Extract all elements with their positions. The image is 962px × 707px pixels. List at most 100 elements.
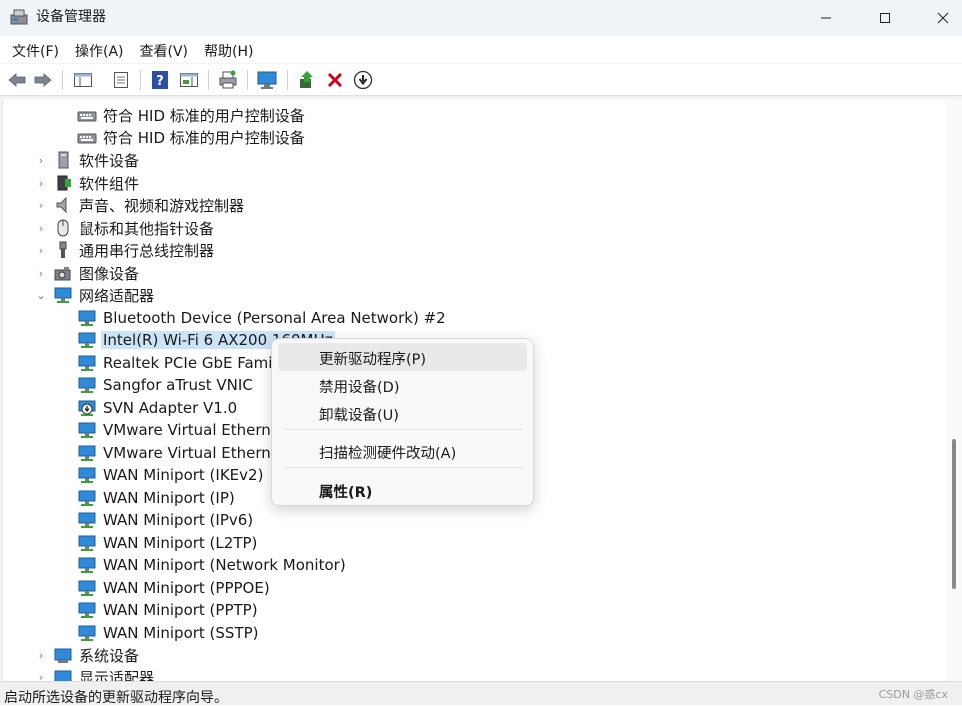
status-bar: 启动所选设备的更新驱动程序向导。 CSDN @惑cx [0,681,962,706]
tree-item-label: WAN Miniport (PPTP) [103,601,258,619]
toolbar-separator [287,70,288,90]
system-device-icon [53,646,73,664]
tree-item-hid-user-control-device[interactable]: 符合 HID 标准的用户控制设备 [77,126,305,148]
chevron-right-icon[interactable]: › [35,199,47,212]
tree-category-imaging-devices[interactable]: 图像设备 [53,262,139,284]
menu-item-uninstall-device[interactable]: 卸载设备(U) [278,399,527,427]
network-adapter-icon [53,286,73,304]
tree-item-network-adapter[interactable]: Bluetooth Device (Personal Area Network)… [77,307,446,329]
chevron-right-icon[interactable]: › [35,267,47,280]
chevron-right-icon[interactable]: › [35,177,47,190]
tree-item-label: 符合 HID 标准的用户控制设备 [103,128,305,147]
tree-item-network-adapter[interactable]: WAN Miniport (IPv6) [77,509,253,531]
tree-item-label: WAN Miniport (L2TP) [103,534,258,552]
update-driver-button[interactable] [296,69,318,91]
tree-item-network-adapter[interactable]: WAN Miniport (IKEv2) [77,464,263,486]
menu-item-properties[interactable]: 属性(R) [278,476,527,504]
network-adapter-icon [77,534,97,552]
menu-separator [284,467,523,468]
tree-item-network-adapter[interactable]: Sangfor aTrust VNIC [77,374,253,396]
menu-item-update-driver[interactable]: 更新驱动程序(P) [278,343,527,371]
tree-item-network-adapter[interactable]: SVN Adapter V1.0 [77,397,237,419]
scrollbar-thumb[interactable] [952,439,956,589]
chevron-right-icon[interactable]: › [35,244,47,257]
menu-action[interactable]: 操作(A) [67,36,132,63]
menu-separator [284,429,523,430]
tree-category-mice-pointing-devices[interactable]: 鼠标和其他指针设备 [53,217,214,239]
tree-item-network-adapter[interactable]: WAN Miniport (PPPOE) [77,577,270,599]
close-button[interactable] [920,0,962,35]
network-adapter-icon [77,444,97,462]
speaker-icon [53,196,73,214]
menu-view[interactable]: 查看(V) [132,36,197,63]
update-driver-icon [300,71,313,88]
tree-item-label: 图像设备 [79,264,140,283]
tree-category-system-devices[interactable]: 系统设备 [53,644,139,666]
menu-item-scan-hardware-changes[interactable]: 扫描检测硬件改动(A) [278,437,527,465]
maximize-button[interactable] [862,0,908,35]
tree-item-hid-user-control-device[interactable]: 符合 HID 标准的用户控制设备 [77,104,305,126]
chevron-down-icon[interactable]: ⌄ [35,289,47,302]
toolbar: ? [0,64,962,96]
network-adapter-icon [77,489,97,507]
title-bar[interactable]: 设备管理器 [0,0,962,35]
menu-bar: 文件(F) 操作(A) 查看(V) 帮助(H) [0,36,962,63]
properties-button[interactable] [110,69,132,91]
tree-category-network-adapters[interactable]: 网络适配器 [53,284,154,306]
back-arrow-icon [8,73,26,87]
network-adapter-icon [77,376,97,394]
tree-item-network-adapter[interactable]: WAN Miniport (SSTP) [77,622,259,644]
tree-category-software-components[interactable]: 软件组件 [53,172,139,194]
network-adapter-icon [77,421,97,439]
network-adapter-icon [77,354,97,372]
scan-hardware-button[interactable] [256,69,278,91]
action-pane-icon [180,73,198,87]
chevron-right-icon[interactable]: › [35,154,47,167]
tree-category-software-devices[interactable]: 软件设备 [53,149,139,171]
disable-device-button[interactable] [352,69,374,91]
chevron-right-icon[interactable]: › [35,671,47,682]
network-adapter-icon [77,331,97,349]
close-icon [937,12,949,23]
toolbar-separator [140,70,141,90]
print-button[interactable] [217,69,239,91]
forward-button[interactable] [32,69,54,91]
network-adapter-warning-icon [77,399,97,417]
menu-item-disable-device[interactable]: 禁用设备(D) [278,371,527,399]
minimize-button[interactable] [803,0,849,35]
tree-item-label: SVN Adapter V1.0 [103,399,238,417]
tree-item-label: 显示适配器 [79,668,155,682]
show-hide-console-tree-icon [74,73,92,87]
maximize-icon [880,12,890,23]
menu-help[interactable]: 帮助(H) [196,36,261,63]
tree-category-usb-controllers[interactable]: 通用串行总线控制器 [53,239,214,261]
vertical-scrollbar[interactable] [946,99,962,681]
tree-item-label: Bluetooth Device (Personal Area Network)… [103,309,446,327]
uninstall-device-icon [327,72,343,88]
help-button[interactable]: ? [149,69,171,91]
tree-item-label: 软件设备 [79,151,140,170]
tree-category-display-adapters[interactable]: 显示适配器 [53,666,154,681]
tree-item-network-adapter[interactable]: WAN Miniport (PPTP) [77,599,258,621]
chevron-right-icon[interactable]: › [35,649,47,662]
context-menu: 更新驱动程序(P) 禁用设备(D) 卸载设备(U) 扫描检测硬件改动(A) 属性… [271,338,534,506]
device-manager-window: 设备管理器 文件(F) 操作(A) 查看(V) 帮助(H) ? 符合 HID 标… [0,0,962,706]
action-pane-button[interactable] [178,69,200,91]
tree-item-label: WAN Miniport (Network Monitor) [103,556,346,574]
chevron-right-icon[interactable]: › [35,222,47,235]
tree-item-network-adapter[interactable]: WAN Miniport (Network Monitor) [77,554,346,576]
tree-item-network-adapter[interactable]: WAN Miniport (IP) [77,487,235,509]
disable-device-icon [353,70,373,90]
tree-item-label: 系统设备 [79,646,140,665]
tree-item-label: 符合 HID 标准的用户控制设备 [103,106,305,125]
uninstall-device-button[interactable] [324,69,346,91]
show-hide-console-tree-button[interactable] [72,69,94,91]
tree-item-network-adapter[interactable]: WAN Miniport (L2TP) [77,532,257,554]
tree-item-label: WAN Miniport (IKEv2) [103,466,264,484]
network-adapter-icon [77,309,97,327]
tree-item-label: 网络适配器 [79,286,155,305]
menu-file[interactable]: 文件(F) [4,36,67,63]
minimize-icon [821,17,831,18]
tree-category-sound-video-game-controllers[interactable]: 声音、视频和游戏控制器 [53,194,244,216]
back-button[interactable] [6,69,28,91]
